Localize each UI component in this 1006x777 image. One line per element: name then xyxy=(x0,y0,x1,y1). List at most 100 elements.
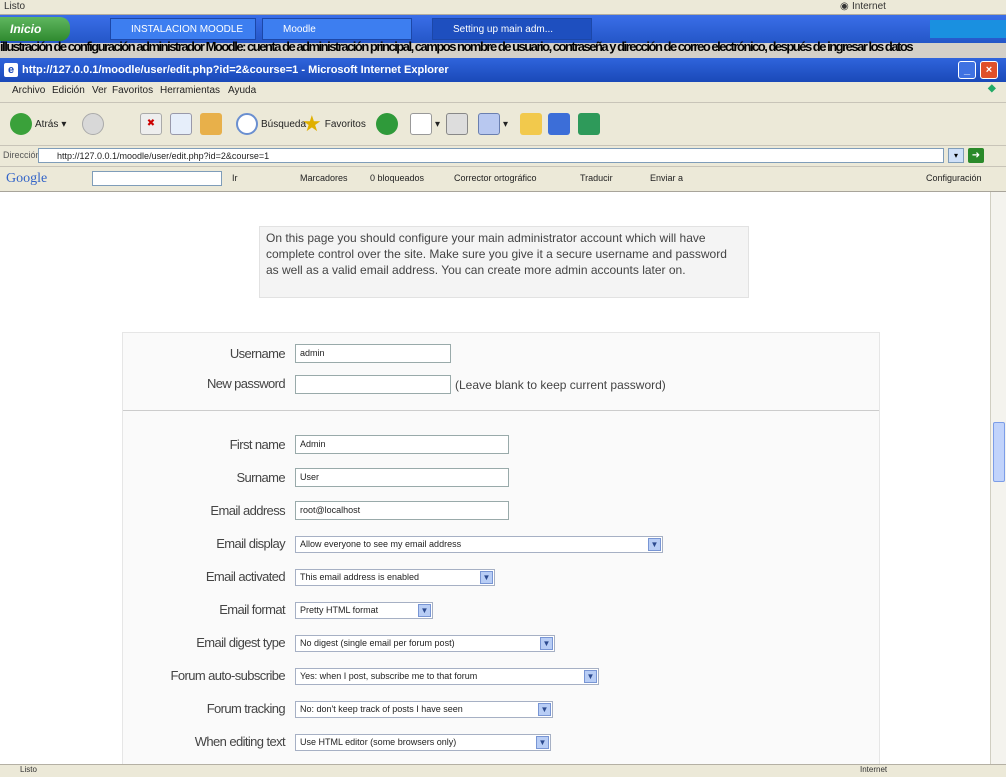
email-format-select[interactable]: Pretty HTML format ▼ xyxy=(295,602,433,619)
menu-herramientas[interactable]: Herramientas xyxy=(160,85,220,96)
search-button[interactable]: Búsqueda xyxy=(236,111,306,137)
surname-label: Surname xyxy=(236,470,285,485)
form-divider xyxy=(123,410,879,411)
auto-subscribe-value: Yes: when I post, subscribe me to that f… xyxy=(300,671,478,681)
chevron-down-icon: ▾ xyxy=(435,118,441,130)
password-hint: (Leave blank to keep current password) xyxy=(455,378,666,392)
chevron-down-icon[interactable]: ▼ xyxy=(538,703,551,716)
google-logo: Google xyxy=(6,171,48,186)
menu-edicion[interactable]: Edición xyxy=(52,85,85,96)
discuss-button[interactable] xyxy=(548,111,570,137)
new-password-input[interactable] xyxy=(295,375,451,394)
google-translate[interactable]: Traducir xyxy=(580,173,613,183)
auto-subscribe-select[interactable]: Yes: when I post, subscribe me to that f… xyxy=(295,668,599,685)
search-icon xyxy=(236,113,258,135)
close-icon[interactable]: × xyxy=(980,61,998,79)
minimize-icon[interactable]: _ xyxy=(958,61,976,79)
address-input[interactable]: http://127.0.0.1/moodle/user/edit.php?id… xyxy=(38,148,944,163)
forum-tracking-select[interactable]: No: don't keep track of posts I have see… xyxy=(295,701,553,718)
username-label: Username xyxy=(229,346,286,361)
home-button[interactable] xyxy=(200,111,222,137)
chevron-down-icon[interactable]: ▼ xyxy=(480,571,493,584)
history-button[interactable] xyxy=(376,111,398,137)
window-title-bar: e http://127.0.0.1/moodle/user/edit.php?… xyxy=(0,58,1006,82)
menu-bar: Archivo Edición Ver Favoritos Herramient… xyxy=(0,82,1006,103)
chevron-down-icon[interactable]: ▼ xyxy=(540,637,553,650)
menu-archivo[interactable]: Archivo xyxy=(12,85,45,96)
menu-ver[interactable]: Ver xyxy=(92,85,107,96)
chevron-down-icon[interactable]: ▼ xyxy=(648,538,661,551)
start-button[interactable]: Inicio xyxy=(0,17,70,41)
google-go-button[interactable]: Ir xyxy=(232,173,238,183)
menu-favoritos[interactable]: Favoritos xyxy=(112,85,153,96)
home-icon xyxy=(200,113,222,135)
first-name-input[interactable]: Admin xyxy=(295,435,509,454)
scrollbar-thumb[interactable] xyxy=(993,422,1005,482)
auto-subscribe-label: Forum auto-subscribe xyxy=(170,668,286,683)
email-format-value: Pretty HTML format xyxy=(300,605,379,615)
google-spellcheck[interactable]: Corrector ortográfico xyxy=(454,173,537,183)
email-display-select[interactable]: Allow everyone to see my email address ▼ xyxy=(295,536,663,553)
email-activated-value: This email address is enabled xyxy=(300,572,420,582)
navigation-toolbar: Atrás ▾ ✖ Búsqueda ★ Favoritos ▾ ▾ xyxy=(0,103,1006,146)
email-label: Email address xyxy=(210,503,285,518)
chevron-down-icon[interactable]: ▼ xyxy=(418,604,431,617)
status-left-text: Listo xyxy=(4,1,26,12)
chevron-down-icon[interactable]: ▾ xyxy=(948,148,964,163)
back-button[interactable]: Atrás ▾ xyxy=(10,111,66,137)
edit-icon xyxy=(478,113,500,135)
messenger-button[interactable] xyxy=(578,111,600,137)
favorites-button[interactable]: ★ Favoritos xyxy=(302,111,366,137)
taskbar-item-setting-up[interactable]: Setting up main adm... xyxy=(432,18,592,40)
stop-icon: ✖ xyxy=(140,113,162,135)
address-label: Dirección xyxy=(3,150,41,160)
google-search-input[interactable] xyxy=(92,171,222,186)
chevron-down-icon[interactable]: ▼ xyxy=(536,736,549,749)
digest-type-select[interactable]: No digest (single email per forum post) … xyxy=(295,635,555,652)
admin-profile-form: Username New password First name Surname… xyxy=(122,332,880,764)
surname-input[interactable]: User xyxy=(295,468,509,487)
username-input[interactable]: admin xyxy=(295,344,451,363)
first-name-label: First name xyxy=(229,437,286,452)
search-label: Búsqueda xyxy=(261,118,307,130)
email-input[interactable]: root@localhost xyxy=(295,501,509,520)
chevron-down-icon[interactable]: ▼ xyxy=(584,670,597,683)
email-display-label: Email display xyxy=(216,536,285,551)
google-bookmarks[interactable]: Marcadores xyxy=(300,173,348,183)
refresh-button[interactable] xyxy=(170,111,192,137)
taskbar-item-instalacion[interactable]: INSTALACION MOODLE xyxy=(110,18,256,40)
forward-button[interactable] xyxy=(82,111,104,137)
form-labels: Username New password First name Surname… xyxy=(123,333,286,764)
edit-button[interactable]: ▾ xyxy=(478,111,508,137)
email-format-label: Email format xyxy=(219,602,285,617)
folder-button[interactable] xyxy=(520,111,542,137)
go-button[interactable]: ➜ xyxy=(968,148,984,163)
google-settings[interactable]: Configuración xyxy=(926,173,982,183)
system-tray xyxy=(930,20,1006,38)
taskbar-item-moodle[interactable]: Moodle xyxy=(262,18,412,40)
address-bar: Dirección http://127.0.0.1/moodle/user/e… xyxy=(0,146,1006,167)
page-content: On this page you should configure your m… xyxy=(0,192,990,764)
email-activated-select[interactable]: This email address is enabled ▼ xyxy=(295,569,495,586)
editing-text-label: When editing text xyxy=(194,734,286,749)
google-send-to[interactable]: Enviar a xyxy=(650,173,683,183)
page-scrollbar[interactable] xyxy=(990,192,1006,764)
google-popup-blocker[interactable]: 0 bloqueados xyxy=(370,173,424,183)
stop-button[interactable]: ✖ xyxy=(140,111,162,137)
back-label: Atrás xyxy=(35,118,59,130)
discuss-icon xyxy=(548,113,570,135)
folder-icon xyxy=(520,113,542,135)
overlay-caption: illustración de configuración administra… xyxy=(0,40,914,54)
editing-text-value: Use HTML editor (some browsers only) xyxy=(300,737,457,747)
chevron-down-icon: ▾ xyxy=(503,118,509,130)
mail-button[interactable]: ▾ xyxy=(410,111,440,137)
menu-ayuda[interactable]: Ayuda xyxy=(228,85,256,96)
editing-text-select[interactable]: Use HTML editor (some browsers only) ▼ xyxy=(295,734,551,751)
print-button[interactable] xyxy=(446,111,468,137)
ie-logo-icon: e xyxy=(4,63,18,77)
email-activated-label: Email activated xyxy=(205,569,286,584)
forum-tracking-label: Forum tracking xyxy=(206,701,286,716)
refresh-icon xyxy=(170,113,192,135)
windows-flag-icon: ◆ xyxy=(988,83,996,94)
forum-tracking-value: No: don't keep track of posts I have see… xyxy=(300,704,463,714)
